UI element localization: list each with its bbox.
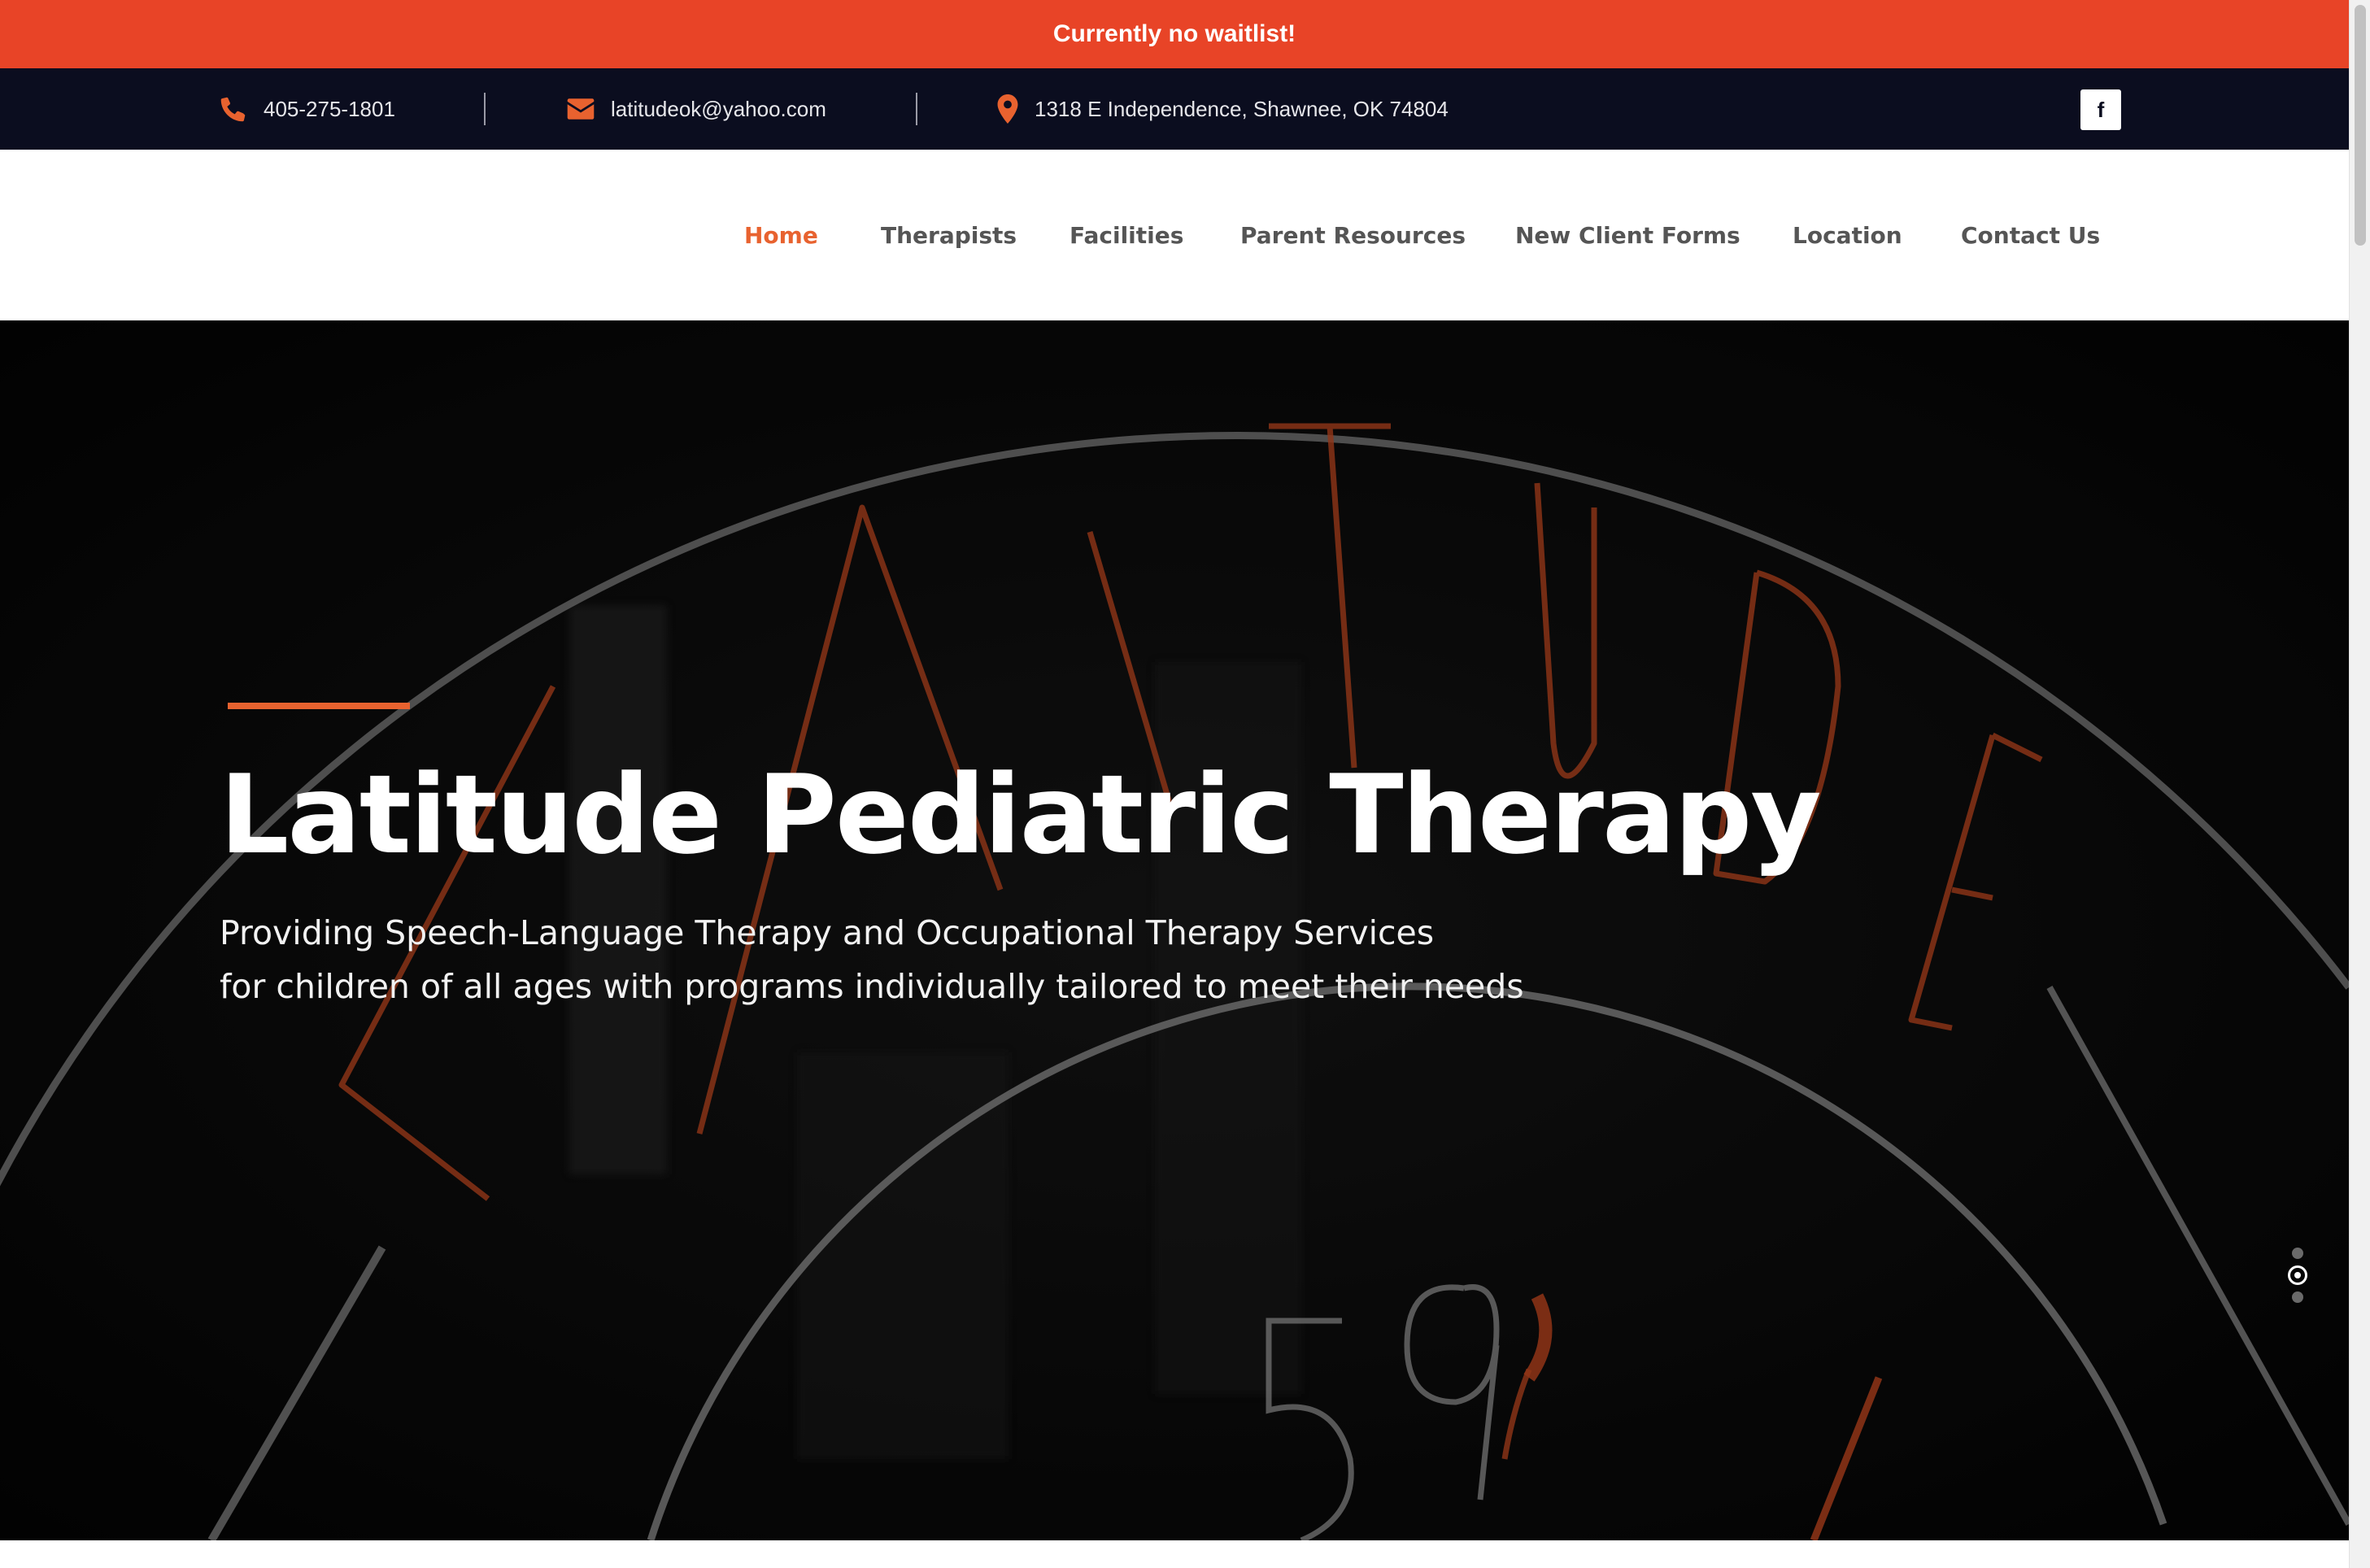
announcement-text: Currently no waitlist! [1052, 20, 1296, 47]
hero-subtitle-line-1: Providing Speech-Language Therapy and Oc… [220, 913, 1435, 952]
map-pin-icon [997, 94, 1018, 124]
hero-slider: Latitude Pediatric Therapy Providing Spe… [0, 320, 2349, 1540]
divider [916, 93, 917, 125]
phone-icon [220, 95, 247, 123]
hero-subtitle-line-2: for children of all ages with programs i… [220, 967, 1524, 1006]
envelope-icon [567, 97, 595, 121]
facebook-icon: f [2097, 97, 2105, 122]
phone-number: 405-275-1801 [264, 96, 395, 121]
facebook-button[interactable]: f [2080, 89, 2121, 130]
hero-subtitle: Providing Speech-Language Therapy and Oc… [220, 906, 1524, 1013]
hero-accent-line [228, 703, 410, 709]
email-link[interactable]: latitudeok@yahoo.com [567, 68, 826, 150]
announcement-bar: Currently no waitlist! [0, 0, 2349, 68]
nav-item-facilities[interactable]: Facilities [1070, 150, 1183, 320]
contact-info-bar: 405-275-1801 latitudeok@yahoo.com 1318 E… [0, 68, 2349, 150]
nav-item-therapists[interactable]: Therapists [881, 150, 1017, 320]
email-address: latitudeok@yahoo.com [611, 96, 826, 121]
nav-item-parent-resources[interactable]: Parent Resources [1240, 150, 1466, 320]
nav-item-contact-us[interactable]: Contact Us [1961, 150, 2100, 320]
main-navigation: Home Therapists Facilities Parent Resour… [0, 150, 2349, 320]
phone-link[interactable]: 405-275-1801 [220, 68, 395, 150]
page-scrollbar[interactable] [2349, 0, 2370, 1568]
nav-item-new-client-forms[interactable]: New Client Forms [1515, 150, 1740, 320]
scrollbar-thumb[interactable] [2355, 5, 2366, 246]
divider [484, 93, 486, 125]
address-text: 1318 E Independence, Shawnee, OK 74804 [1035, 96, 1449, 121]
address-link[interactable]: 1318 E Independence, Shawnee, OK 74804 [997, 68, 1449, 150]
slider-dot-1[interactable] [2292, 1248, 2303, 1259]
nav-item-home[interactable]: Home [744, 150, 818, 320]
hero-title: Latitude Pediatric Therapy [220, 751, 1822, 878]
slider-dot-2[interactable] [2288, 1265, 2307, 1285]
slider-dot-3[interactable] [2292, 1291, 2303, 1303]
nav-item-location[interactable]: Location [1793, 150, 1902, 320]
